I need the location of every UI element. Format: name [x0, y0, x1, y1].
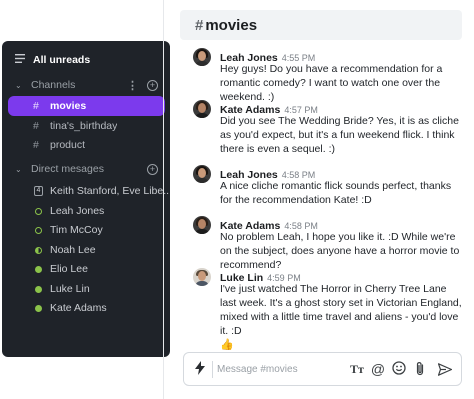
channels-section-header[interactable]: ⌄ Channels ⋮ + — [2, 75, 170, 95]
channel-hash: # — [195, 16, 204, 34]
dm-item-elio-lee[interactable]: Elio Lee — [2, 259, 170, 279]
avatar[interactable] — [193, 100, 211, 118]
dm-item-kate-adams[interactable]: Kate Adams — [2, 298, 170, 318]
avatar[interactable] — [193, 216, 211, 234]
channel-header: # movies — [180, 10, 462, 40]
message-text: A nice cliche romantic flick sounds perf… — [220, 180, 452, 206]
send-icon — [438, 362, 452, 376]
pane-divider — [163, 0, 164, 399]
dm-item-label: Kate Adams — [50, 302, 107, 314]
channel-title: movies — [205, 16, 258, 34]
dm-item-label: Luke Lin — [50, 283, 90, 295]
dm-item-label: Noah Lee — [50, 244, 96, 256]
chevron-down-icon[interactable]: ⌄ — [15, 165, 22, 174]
send-button[interactable] — [433, 358, 457, 380]
dm-item-luke-lin[interactable]: Luke Lin — [2, 279, 170, 299]
emoji-icon[interactable] — [391, 361, 407, 378]
hash-icon: # — [33, 100, 39, 112]
direct-messages-section-header[interactable]: ⌄ Direct mesages + — [2, 159, 170, 179]
message-text: Did you see The Wedding Bride? Yes, it i… — [220, 115, 459, 155]
dm-item-label: Elio Lee — [50, 263, 88, 275]
presence-online-icon — [35, 265, 42, 273]
channels-header-label: Channels — [31, 79, 76, 91]
hash-icon: # — [33, 120, 39, 132]
dm-item-label: Tim McCoy — [50, 224, 103, 236]
direct-messages-header-label: Direct mesages — [31, 163, 104, 175]
presence-online-icon — [35, 285, 42, 293]
channel-item-label: tina's_birthday — [50, 120, 118, 132]
dm-item-tim-mccoy[interactable]: Tim McCoy — [2, 220, 170, 240]
channel-item-product[interactable]: # product — [2, 135, 170, 155]
message-input[interactable] — [217, 361, 345, 378]
presence-busy-icon — [35, 246, 42, 254]
list-icon — [14, 54, 26, 66]
dm-item-label: Keith Stanford, Eve Libe... — [50, 185, 170, 197]
all-unreads-item[interactable]: All unreads — [2, 50, 170, 70]
dm-item-keith-stanford-group[interactable]: 4 Keith Stanford, Eve Libe... — [2, 181, 170, 201]
sidebar: All unreads ⌄ Channels ⋮ + # movies # ti… — [2, 41, 170, 357]
group-count-badge: 4 — [34, 186, 43, 196]
chevron-down-icon[interactable]: ⌄ — [15, 81, 22, 90]
lightning-icon[interactable] — [192, 361, 208, 377]
composer-divider — [212, 361, 213, 378]
channel-item-movies[interactable]: # movies — [8, 96, 165, 116]
all-unreads-label: All unreads — [33, 54, 91, 66]
thumbs-up-icon: 👍 — [220, 339, 234, 351]
channel-item-label: movies — [50, 100, 87, 112]
message-body: I've just watched The Horror in Cherry T… — [220, 283, 462, 337]
hash-icon: # — [33, 139, 39, 151]
more-options-icon[interactable]: ⋮ — [127, 79, 138, 92]
mention-icon[interactable]: @ — [370, 361, 386, 378]
avatar[interactable] — [193, 48, 211, 66]
channel-item-label: product — [50, 139, 86, 151]
attachment-icon[interactable] — [413, 361, 427, 378]
avatar[interactable] — [193, 268, 211, 286]
avatar[interactable] — [193, 165, 211, 183]
message-text: Hey guys! Do you have a recommendation f… — [220, 63, 443, 103]
presence-away-icon — [35, 207, 42, 215]
dm-item-leah-jones[interactable]: Leah Jones — [2, 201, 170, 221]
text-format-icon[interactable]: Tт — [348, 361, 366, 378]
dm-item-label: Leah Jones — [50, 205, 105, 217]
dm-item-noah-lee[interactable]: Noah Lee — [2, 240, 170, 260]
presence-away-icon — [35, 226, 42, 234]
message-text: No problem Leah, I hope you like it. :D … — [220, 231, 460, 271]
message-composer: Tт @ — [183, 352, 462, 386]
channel-item-tinas-birthday[interactable]: # tina's_birthday — [2, 116, 170, 136]
add-dm-icon[interactable]: + — [147, 163, 158, 175]
presence-online-icon — [35, 304, 42, 312]
add-channel-icon[interactable]: + — [147, 79, 158, 91]
message-text: I've just watched The Horror in Cherry T… — [220, 282, 465, 352]
